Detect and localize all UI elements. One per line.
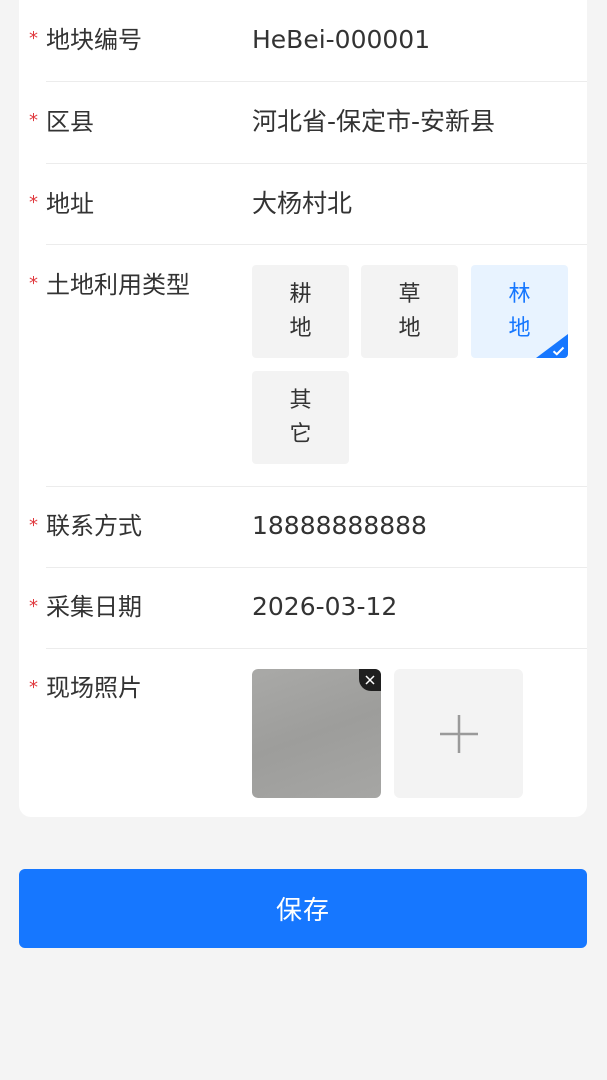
form-card: * 地块编号 HeBei-000001 * 区县 河北省-保定市-安新县 * 地… — [19, 0, 587, 817]
field-label: 地址 — [46, 190, 94, 218]
add-photo-button[interactable] — [394, 669, 523, 798]
address-value[interactable]: 大杨村北 — [252, 189, 352, 219]
contact-value[interactable]: 18888888888 — [252, 511, 427, 541]
field-land-use-type: * 土地利用类型 耕地 草地 林地 其它 — [19, 245, 587, 487]
plot-number-value[interactable]: HeBei-000001 — [252, 25, 430, 55]
field-district: * 区县 河北省-保定市-安新县 — [19, 82, 587, 164]
required-mark: * — [29, 110, 38, 131]
delete-photo-button[interactable] — [359, 669, 381, 691]
field-label: 联系方式 — [46, 512, 142, 540]
required-mark: * — [29, 192, 38, 213]
field-label: 采集日期 — [46, 593, 142, 621]
field-label: 地块编号 — [46, 26, 142, 54]
field-contact: * 联系方式 18888888888 — [19, 487, 587, 568]
field-address: * 地址 大杨村北 — [19, 164, 587, 245]
option-label: 其它 — [289, 387, 312, 447]
land-type-option-cropland[interactable]: 耕地 — [252, 265, 349, 358]
close-icon — [365, 675, 375, 685]
land-type-option-forest[interactable]: 林地 — [471, 265, 568, 358]
plus-icon — [439, 714, 478, 753]
land-type-option-other[interactable]: 其它 — [252, 371, 349, 464]
option-label: 林地 — [508, 281, 531, 341]
option-label: 耕地 — [289, 281, 312, 341]
option-label: 草地 — [398, 281, 421, 341]
required-mark: * — [29, 596, 38, 617]
required-mark: * — [29, 515, 38, 536]
field-plot-number: * 地块编号 HeBei-000001 — [19, 0, 587, 82]
required-mark: * — [29, 273, 38, 294]
field-label: 现场照片 — [46, 674, 142, 702]
required-mark: * — [29, 677, 38, 698]
field-site-photos: * 现场照片 — [19, 649, 587, 817]
collection-date-value[interactable]: 2026-03-12 — [252, 592, 397, 622]
photo-thumbnail[interactable] — [252, 669, 381, 798]
save-button[interactable]: 保存 — [19, 869, 587, 948]
district-value[interactable]: 河北省-保定市-安新县 — [252, 107, 495, 137]
required-mark: * — [29, 28, 38, 49]
field-label: 土地利用类型 — [46, 271, 190, 299]
check-icon — [552, 346, 565, 356]
land-type-option-grassland[interactable]: 草地 — [361, 265, 458, 358]
field-label: 区县 — [46, 108, 94, 136]
field-collection-date: * 采集日期 2026-03-12 — [19, 568, 587, 649]
